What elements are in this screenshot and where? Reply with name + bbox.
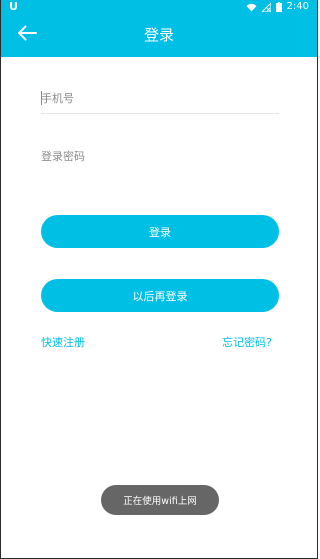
status-icons: 2:40 (246, 0, 309, 14)
clock: 2:40 (286, 1, 309, 12)
password-input[interactable] (41, 144, 279, 168)
wifi-icon (246, 3, 257, 12)
toolbar: 登录 (1, 14, 317, 57)
login-screen: U 2:40 登录 手机号 登录 以后再登录 快速注册 忘记密码? 正在使用wi… (0, 0, 318, 559)
signal-off-icon (261, 2, 271, 12)
forgot-password-link[interactable]: 忘记密码? (222, 335, 272, 351)
status-bar: U 2:40 (1, 0, 317, 14)
phone-input[interactable] (41, 86, 279, 110)
password-field[interactable] (41, 144, 279, 172)
battery-icon (275, 2, 282, 12)
carrier-glyph: U (9, 0, 18, 13)
toast-message: 正在使用wifi上网 (101, 485, 219, 515)
text-cursor (41, 91, 42, 105)
login-later-button[interactable]: 以后再登录 (41, 279, 279, 312)
phone-field[interactable] (41, 86, 279, 114)
login-button[interactable]: 登录 (41, 215, 279, 248)
page-title: 登录 (143, 26, 174, 44)
register-link[interactable]: 快速注册 (41, 335, 85, 351)
